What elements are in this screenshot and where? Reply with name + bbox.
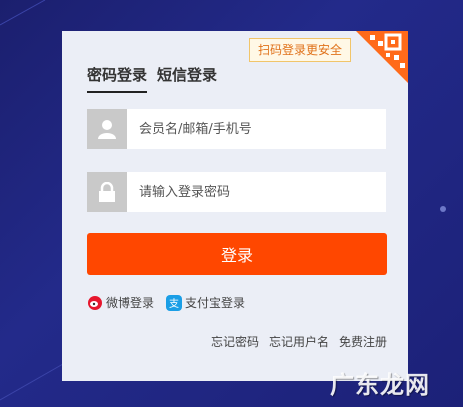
password-field[interactable]	[87, 172, 386, 212]
login-button[interactable]: 登录	[87, 233, 387, 275]
qr-code-icon[interactable]	[356, 31, 408, 83]
weibo-icon	[88, 295, 102, 310]
watermark: 广东龙网	[330, 371, 430, 399]
lock-icon	[87, 172, 127, 212]
account-links: 忘记密码 忘记用户名 免费注册	[211, 333, 387, 350]
tab-sms-login[interactable]: 短信登录	[157, 64, 217, 93]
forgot-username-link[interactable]: 忘记用户名	[269, 333, 329, 350]
login-panel: 扫码登录更安全 密码登录 短信登录 登录	[62, 31, 408, 381]
forgot-password-link[interactable]: 忘记密码	[211, 333, 259, 350]
alipay-icon: 支	[166, 294, 183, 311]
tab-password-login[interactable]: 密码登录	[87, 64, 148, 93]
username-input[interactable]	[137, 120, 371, 138]
user-icon	[87, 109, 127, 149]
username-field[interactable]	[87, 109, 386, 149]
login-tabs: 密码登录 短信登录	[87, 64, 217, 93]
register-link[interactable]: 免费注册	[339, 333, 387, 350]
weibo-login-label: 微博登录	[106, 296, 155, 310]
decorative-dot	[440, 206, 446, 212]
alipay-login-label: 支付宝登录	[185, 296, 246, 310]
qr-login-tip[interactable]: 扫码登录更安全	[249, 38, 352, 62]
svg-text:支: 支	[169, 298, 179, 310]
alipay-login[interactable]: 支 支付宝登录	[166, 294, 245, 311]
password-input[interactable]	[137, 183, 371, 201]
weibo-login[interactable]: 微博登录	[87, 294, 154, 311]
alt-login-options: 微博登录 支 支付宝登录	[87, 294, 245, 311]
